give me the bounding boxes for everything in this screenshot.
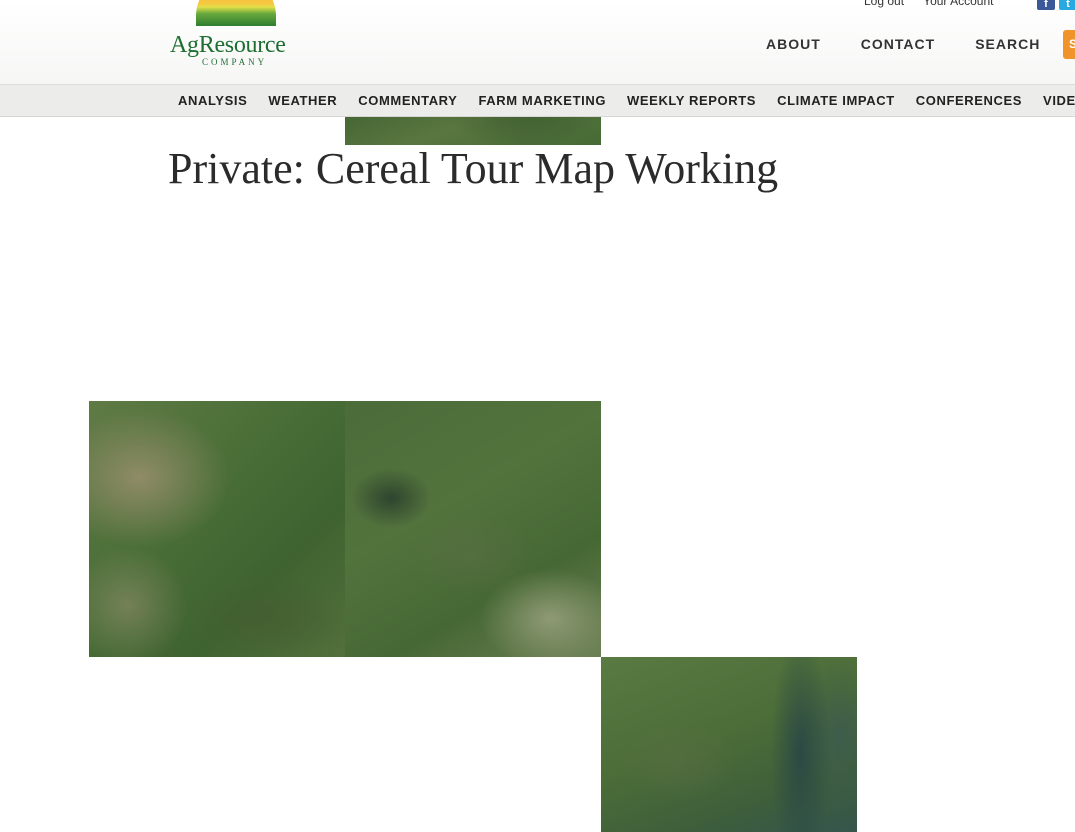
category-analysis[interactable]: ANALYSIS — [178, 93, 247, 108]
page: AgResource COMPANY Log out Your Account … — [0, 0, 1075, 832]
nav-search[interactable]: SEARCH — [975, 36, 1040, 52]
main-nav: ABOUT CONTACT SEARCH — [766, 36, 1075, 52]
logout-link[interactable]: Log out — [864, 0, 904, 8]
map-tile-west — [89, 401, 345, 657]
social-links: f t — [1037, 0, 1075, 10]
category-conferences[interactable]: CONFERENCES — [916, 93, 1022, 108]
your-account-link[interactable]: Your Account — [923, 0, 993, 8]
category-video[interactable]: VIDEO — [1043, 93, 1075, 108]
site-header: AgResource COMPANY Log out Your Account … — [0, 0, 1075, 84]
page-title: Private: Cereal Tour Map Working — [168, 144, 779, 193]
logo-tagline: COMPANY — [202, 57, 268, 67]
facebook-icon[interactable]: f — [1037, 0, 1055, 10]
nav-about[interactable]: ABOUT — [766, 36, 821, 52]
category-climate-impact[interactable]: CLIMATE IMPACT — [777, 93, 895, 108]
category-farm-marketing[interactable]: FARM MARKETING — [478, 93, 606, 108]
utility-links: Log out Your Account — [864, 0, 1009, 8]
nav-contact[interactable]: CONTACT — [861, 36, 935, 52]
logo-name: AgResource — [170, 32, 286, 58]
map-tile-chesapeake — [601, 657, 857, 832]
subscribe-button[interactable]: S — [1063, 30, 1075, 59]
site-logo[interactable]: AgResource COMPANY — [166, 0, 308, 70]
category-nav: ANALYSIS WEATHER COMMENTARY FARM MARKETI… — [0, 84, 1075, 117]
category-weather[interactable]: WEATHER — [268, 93, 337, 108]
logo-sun-icon — [196, 0, 276, 26]
category-commentary[interactable]: COMMENTARY — [358, 93, 457, 108]
twitter-icon[interactable]: t — [1059, 0, 1075, 10]
map-tile-central — [345, 401, 601, 657]
category-weekly-reports[interactable]: WEEKLY REPORTS — [627, 93, 756, 108]
